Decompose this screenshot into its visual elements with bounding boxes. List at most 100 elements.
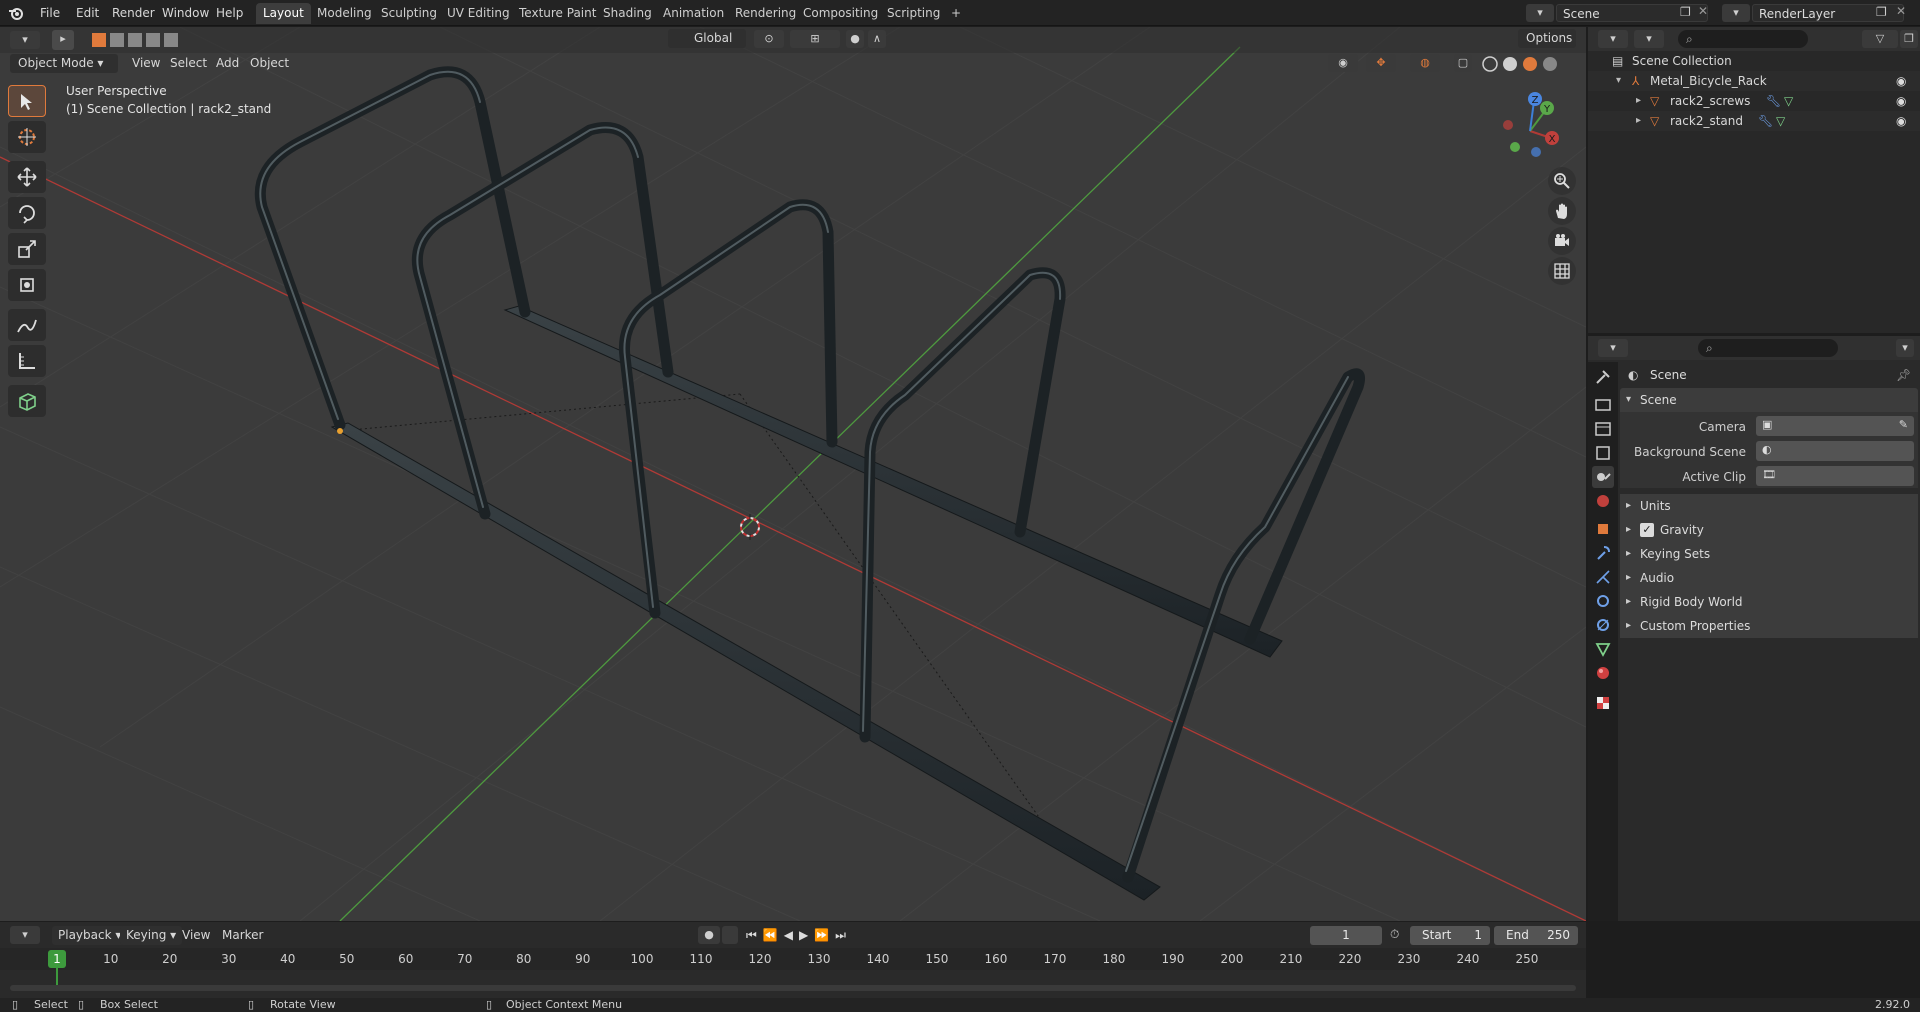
blender-logo-icon[interactable] [8, 5, 24, 21]
pan-hand-icon[interactable] [1548, 197, 1576, 225]
particles-tab-icon[interactable] [1592, 566, 1614, 588]
eye-icon[interactable]: ◉ [1896, 91, 1906, 111]
navigation-gizmo[interactable]: X Y Z [1490, 89, 1570, 169]
tool-transform[interactable] [8, 269, 46, 301]
playback-dropdown[interactable]: Playback ▾ [52, 926, 128, 945]
end-frame-field[interactable]: End 250 [1494, 926, 1578, 945]
physics-tab-icon[interactable] [1592, 590, 1614, 612]
section-units[interactable]: ▸ Units [1620, 494, 1918, 518]
eye-icon[interactable]: ◉ [1896, 111, 1906, 131]
tool-rotate[interactable] [8, 197, 46, 229]
tab-layout[interactable]: Layout [256, 3, 311, 24]
options-dropdown[interactable]: Options [1518, 29, 1576, 48]
menu-render[interactable]: Render [106, 4, 161, 22]
tool-annotate[interactable] [8, 309, 46, 341]
selection-mode-icons[interactable] [92, 32, 182, 48]
transform-orientation-dropdown[interactable]: Global [668, 29, 746, 48]
outliner-row-rack2-screws[interactable]: ▸ ▽ rack2_screws 🔧︎ ▽ ◉ [1588, 91, 1920, 111]
view-layer-tab-icon[interactable] [1592, 442, 1614, 464]
delete-scene-icon[interactable]: ✕ [1698, 4, 1708, 18]
timeline-scrollbar[interactable] [10, 985, 1576, 991]
outliner-editor-type-icon[interactable]: ▾ [1598, 30, 1628, 48]
proportional-edit-icon[interactable]: ● [846, 30, 864, 48]
material-tab-icon[interactable] [1592, 662, 1614, 684]
tab-modeling[interactable]: Modeling [310, 3, 379, 24]
view-layer-selector-icon[interactable]: ▾ [1722, 4, 1750, 22]
tab-animation[interactable]: Animation [656, 3, 731, 24]
properties-search-input[interactable]: ⌕ [1698, 339, 1838, 357]
tool-measure[interactable] [8, 345, 46, 377]
tab-texture-paint[interactable]: Texture Paint [512, 3, 603, 24]
render-tab-icon[interactable] [1592, 394, 1614, 416]
tab-compositing[interactable]: Compositing [796, 3, 885, 24]
tab-rendering[interactable]: Rendering [728, 3, 803, 24]
outliner-row-metal-bicycle-rack[interactable]: ▾ ⅄ Metal_Bicycle_Rack ◉ [1588, 71, 1920, 91]
mesh-data-icon[interactable]: ▽ [1784, 91, 1793, 111]
properties-options-icon[interactable]: ▾ [1896, 339, 1914, 357]
eyedropper-icon[interactable]: ✎ [1899, 418, 1908, 431]
section-rigid-body-world[interactable]: ▸ Rigid Body World [1620, 590, 1918, 614]
camera-field[interactable]: ▣ ✎ [1756, 416, 1914, 436]
record-icon[interactable]: ● [698, 926, 720, 944]
new-collection-icon[interactable]: ❐ [1900, 30, 1918, 48]
gizmo-toggle-icon[interactable]: ✥ [1366, 54, 1396, 72]
current-frame-indicator[interactable]: 1 [48, 950, 66, 968]
timeline-editor-type-icon[interactable]: ▾ [10, 926, 40, 944]
delete-view-layer-icon[interactable]: ✕ [1896, 4, 1906, 18]
object-mode-dropdown[interactable]: Object Mode ▾ [10, 54, 118, 73]
3d-viewport[interactable]: ▾ ▸ Object Mode ▾ View Select Add Object… [0, 27, 1586, 921]
shading-mode-icons[interactable] [1480, 54, 1572, 73]
menu-add[interactable]: Add [216, 54, 239, 73]
expand-arrow-icon[interactable]: ▾ [1616, 71, 1621, 91]
background-scene-field[interactable]: ◐ [1756, 441, 1914, 461]
select-mode-icon[interactable]: ▸ [52, 30, 74, 50]
menu-object[interactable]: Object [250, 54, 289, 73]
eye-icon[interactable]: ◉ [1896, 71, 1906, 91]
properties-editor-type-icon[interactable]: ▾ [1598, 339, 1628, 357]
tool-scale[interactable] [8, 233, 46, 265]
preview-range-icon[interactable]: ⏱ [1390, 927, 1399, 942]
filter-icon[interactable]: ▽ [1862, 30, 1898, 48]
playback-controls[interactable]: ⏮⏪◀▶⏩⏭ [746, 928, 866, 944]
tool-move[interactable] [8, 161, 46, 193]
timeline-menu-view[interactable]: View [182, 926, 210, 945]
overlay-toggle-icon[interactable]: ◍ [1410, 54, 1440, 72]
expand-arrow-icon[interactable]: ▸ [1636, 91, 1641, 111]
tool-select-box[interactable] [8, 85, 46, 117]
timeline-menu-marker[interactable]: Marker [222, 926, 263, 945]
scene-canvas[interactable] [0, 27, 1586, 921]
zoom-icon[interactable] [1548, 167, 1576, 195]
scene-tab-icon[interactable] [1592, 466, 1614, 488]
modifier-wrench-icon[interactable]: 🔧︎ [1766, 91, 1781, 111]
expand-arrow-icon[interactable]: ▸ [1636, 111, 1641, 131]
tab-shading[interactable]: Shading [596, 3, 659, 24]
display-mode-icon[interactable]: ▾ [1634, 30, 1664, 48]
keying-dropdown[interactable]: Keying ▾ [120, 926, 183, 945]
section-keying-sets[interactable]: ▸ Keying Sets [1620, 542, 1918, 566]
ortho-grid-icon[interactable] [1548, 257, 1576, 285]
menu-select[interactable]: Select [170, 54, 207, 73]
pin-icon[interactable]: 📌︎ [1896, 368, 1911, 382]
start-frame-field[interactable]: Start 1 [1410, 926, 1490, 945]
scene-selector-icon[interactable]: ▾ [1526, 4, 1554, 22]
outliner-search-input[interactable]: ⌕ [1678, 30, 1808, 48]
menu-window[interactable]: Window [156, 4, 215, 22]
new-view-layer-icon[interactable]: ❐ [1876, 5, 1887, 19]
tool-tab-icon[interactable] [1592, 366, 1614, 388]
add-workspace-button[interactable]: + [944, 3, 968, 24]
modifier-tab-icon[interactable] [1592, 542, 1614, 564]
object-tab-icon[interactable] [1592, 518, 1614, 540]
section-audio[interactable]: ▸ Audio [1620, 566, 1918, 590]
new-scene-icon[interactable]: ❐ [1680, 5, 1691, 19]
section-custom-properties[interactable]: ▸ Custom Properties [1620, 614, 1918, 638]
tool-cursor[interactable] [8, 121, 46, 153]
active-clip-field[interactable]: 🎞︎ [1756, 466, 1914, 486]
section-gravity[interactable]: ▸ ✓ Gravity [1620, 518, 1918, 542]
gravity-checkbox[interactable]: ✓ [1640, 523, 1654, 537]
tab-scripting[interactable]: Scripting [880, 3, 947, 24]
tool-add-cube[interactable] [8, 385, 46, 417]
camera-view-icon[interactable] [1548, 227, 1576, 255]
menu-edit[interactable]: Edit [70, 4, 105, 22]
texture-tab-icon[interactable] [1592, 692, 1614, 714]
object-data-tab-icon[interactable] [1592, 638, 1614, 660]
